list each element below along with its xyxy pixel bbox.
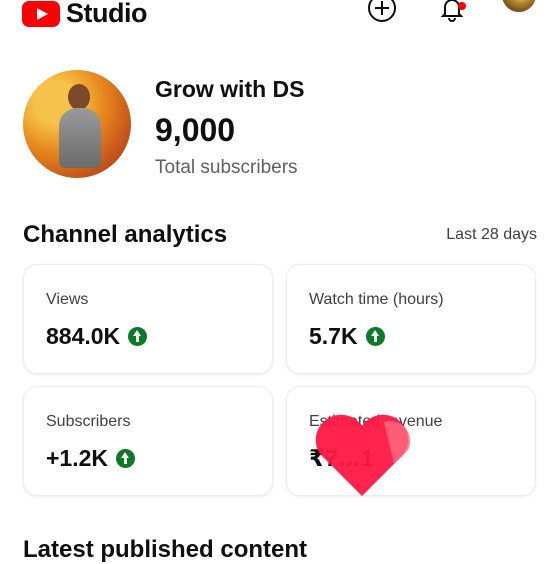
trend-up-icon xyxy=(116,449,136,468)
card-value: 5.7K xyxy=(309,323,385,350)
card-value: +1.2K xyxy=(46,445,136,472)
trend-up-icon xyxy=(128,327,148,346)
studio-logo[interactable]: Studio xyxy=(22,0,147,29)
plus-circle-icon xyxy=(368,0,396,22)
card-label: Subscribers xyxy=(46,413,131,430)
channel-analytics-title: Channel analytics xyxy=(23,221,228,248)
card-value-text: 5.7K xyxy=(309,323,358,349)
views-card[interactable]: Views 884.0K xyxy=(23,264,273,374)
analytics-period: Last 28 days xyxy=(446,226,537,243)
card-value-text: 884.0K xyxy=(46,323,121,349)
watch-time-card[interactable]: Watch time (hours) 5.7K xyxy=(286,264,536,374)
avatar-body-shape xyxy=(59,108,101,168)
create-button[interactable] xyxy=(366,0,398,24)
channel-avatar[interactable] xyxy=(23,70,131,178)
card-label: Watch time (hours) xyxy=(309,291,444,308)
channel-name: Grow with DS xyxy=(155,76,305,102)
account-avatar[interactable] xyxy=(502,0,536,12)
top-bar: Studio xyxy=(0,0,560,28)
trend-up-icon xyxy=(365,327,385,346)
youtube-logo-icon xyxy=(22,0,60,27)
card-label: Views xyxy=(46,291,89,308)
subscriber-count: 9,000 xyxy=(155,112,236,148)
card-value-text: +1.2K xyxy=(46,445,109,471)
subscribers-card[interactable]: Subscribers +1.2K xyxy=(23,386,273,496)
subscriber-label: Total subscribers xyxy=(155,157,298,178)
heart-icon xyxy=(315,414,411,496)
notification-dot xyxy=(458,2,466,10)
card-value: 884.0K xyxy=(46,323,148,350)
notifications-button[interactable] xyxy=(436,0,468,24)
logo-text: Studio xyxy=(66,0,147,28)
avatar-head-shape xyxy=(68,84,90,110)
